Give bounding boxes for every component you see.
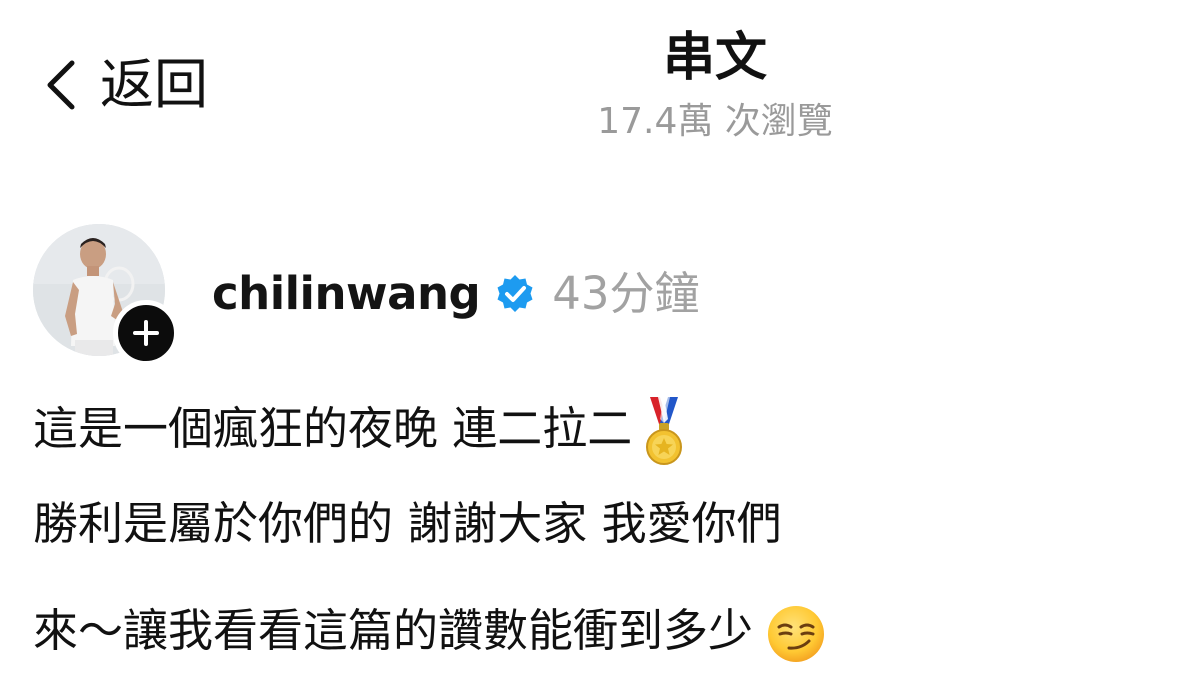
- view-count: 17.4萬 次瀏覽: [597, 101, 833, 142]
- smirk-emoji-icon: [765, 603, 827, 665]
- chevron-left-icon: [44, 57, 78, 113]
- back-label: 返回: [100, 53, 208, 116]
- username[interactable]: chilinwang: [212, 262, 481, 326]
- post-text: 來～讓我看看這篇的讚數能衝到多少: [33, 604, 754, 657]
- post-header: chilinwang 43分鐘: [212, 262, 699, 326]
- post-text-line-1: 這是一個瘋狂的夜晚 連二拉二: [33, 396, 684, 467]
- page-title: 串文: [662, 28, 767, 88]
- post-timestamp: 43分鐘: [552, 267, 700, 320]
- post-text: 這是一個瘋狂的夜晚 連二拉二: [33, 402, 633, 455]
- post-text-line-2: 勝利是屬於你們的 謝謝大家 我愛你們: [33, 491, 782, 557]
- avatar-container: [33, 224, 179, 366]
- medal-icon: [644, 397, 684, 467]
- plus-icon: [132, 319, 160, 347]
- post-text: 勝利是屬於你們的 謝謝大家 我愛你們: [33, 497, 782, 550]
- follow-button[interactable]: [113, 300, 179, 366]
- post-text-line-3: 來～讓我看看這篇的讚數能衝到多少: [33, 598, 827, 665]
- verified-badge-icon: [494, 273, 536, 315]
- back-button[interactable]: 返回: [44, 50, 208, 120]
